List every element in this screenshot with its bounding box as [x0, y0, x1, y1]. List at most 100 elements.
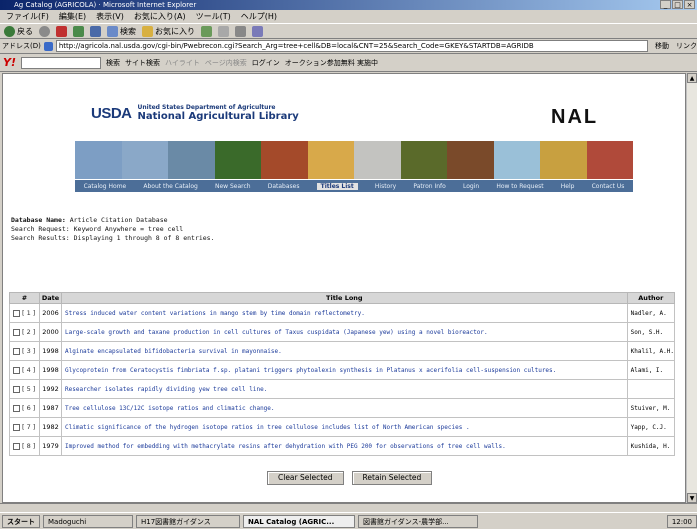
yahoo-logo[interactable]: Y! — [3, 56, 16, 69]
forward-button[interactable] — [39, 25, 50, 37]
back-label: 戻る — [17, 26, 33, 36]
back-button[interactable]: 戻る — [4, 25, 33, 37]
row-title-link[interactable]: Improved method for embedding with metha… — [61, 436, 628, 456]
yahoo-search-button[interactable]: 検索 — [106, 58, 120, 68]
yahoo-search-input[interactable] — [20, 56, 101, 69]
scroll-up-icon[interactable]: ▲ — [687, 73, 697, 83]
highlight-button[interactable]: ハイライト — [165, 58, 200, 68]
banner-photo — [168, 141, 215, 179]
back-arrow-icon — [4, 25, 15, 37]
site-search-button[interactable]: サイト検索 — [125, 58, 160, 68]
nav-item-history[interactable]: History — [375, 183, 396, 190]
nal-logo[interactable]: NAL — [551, 106, 598, 129]
task-guidance-agri[interactable]: 図書館ガイダンス-農学部... — [358, 514, 478, 528]
row-number[interactable]: [ 1 ] — [22, 309, 35, 317]
photo-banner — [75, 141, 633, 179]
edit-icon[interactable] — [252, 25, 263, 37]
res-value: Displaying 1 through 8 of 8 entries. — [73, 234, 215, 242]
print-icon[interactable] — [235, 25, 246, 37]
row-checkbox[interactable] — [13, 366, 20, 374]
task-nal-catalog[interactable]: NAL Catalog (AGRIC... — [243, 514, 355, 528]
task-guidance[interactable]: H17図書館ガイダンス — [136, 514, 240, 528]
nav-item-about-the-catalog[interactable]: About the Catalog — [143, 183, 197, 190]
row-number[interactable]: [ 8 ] — [22, 442, 35, 450]
scroll-down-icon[interactable]: ▼ — [687, 493, 697, 503]
row-title-link[interactable]: Large-scale growth and taxane production… — [61, 322, 628, 342]
auction-link[interactable]: オークション参加無料 実施中 — [285, 58, 378, 68]
row-checkbox[interactable] — [13, 328, 20, 336]
nav-item-databases[interactable]: Databases — [268, 183, 300, 190]
row-title-link[interactable]: Climatic significance of the hydrogen is… — [61, 417, 628, 437]
history-icon[interactable] — [201, 25, 212, 37]
row-date: 2000 — [39, 322, 62, 342]
row-author: Kushida, H. — [626, 436, 676, 456]
col-title: Title Long — [61, 292, 628, 304]
browser-toolbar: 戻る 検索 お気に入り — [0, 23, 697, 39]
home-icon[interactable] — [90, 25, 101, 37]
row-number[interactable]: [ 6 ] — [22, 404, 35, 412]
menu-view[interactable]: 表示(V) — [96, 11, 124, 22]
row-number[interactable]: [ 7 ] — [22, 423, 35, 431]
mail-icon[interactable] — [218, 25, 229, 37]
row-title-link[interactable]: Researcher isolates rapidly dividing yew… — [61, 379, 628, 399]
row-date: 1982 — [39, 417, 62, 437]
retain-selected-button[interactable]: Retain Selected — [351, 471, 433, 485]
menu-favorites[interactable]: お気に入り(A) — [134, 11, 186, 22]
row-select: [ 1 ] — [9, 303, 40, 323]
row-title-link[interactable]: Stress induced water content variations … — [61, 303, 628, 323]
banner-photo — [121, 141, 168, 179]
clear-selected-button[interactable]: Clear Selected — [267, 471, 344, 485]
nav-item-new-search[interactable]: New Search — [215, 183, 251, 190]
usda-logo[interactable]: USDA — [91, 105, 132, 122]
nav-item-titles-list[interactable]: Titles List — [316, 182, 358, 190]
start-button[interactable]: スタート — [2, 514, 40, 528]
row-number[interactable]: [ 4 ] — [22, 366, 35, 374]
row-number[interactable]: [ 3 ] — [22, 347, 35, 355]
address-input[interactable]: http://agricola.nal.usda.gov/cgi-bin/Pwe… — [55, 40, 648, 52]
row-checkbox[interactable] — [13, 385, 20, 393]
menu-file[interactable]: ファイル(F) — [6, 11, 49, 22]
stop-icon[interactable] — [56, 25, 67, 37]
row-checkbox[interactable] — [13, 309, 20, 317]
minimize-button[interactable]: _ — [660, 0, 671, 9]
links-button[interactable]: リンク — [676, 41, 697, 51]
nav-item-login[interactable]: Login — [463, 183, 479, 190]
row-checkbox[interactable] — [13, 423, 20, 431]
nav-item-catalog-home[interactable]: Catalog Home — [84, 183, 127, 190]
catalog-nav: Catalog Home About the Catalog New Search D… — [75, 180, 633, 192]
row-title-link[interactable]: Alginate encapsulated bifidobacteria sur… — [61, 341, 628, 361]
row-date: 1998 — [39, 341, 62, 361]
row-checkbox[interactable] — [13, 442, 20, 450]
taskbar: スタート Madoguchi H17図書館ガイダンス NAL Catalog (… — [0, 512, 697, 529]
banner-photo — [261, 141, 308, 179]
nav-item-contact-us[interactable]: Contact Us — [592, 183, 625, 190]
page-search-button[interactable]: ページ内検索 — [205, 58, 247, 68]
vertical-scrollbar[interactable]: ▲ ▼ — [686, 73, 697, 503]
row-number[interactable]: [ 5 ] — [22, 385, 35, 393]
banner-photo — [75, 141, 122, 179]
table-row: [ 8 ] 1979 Improved method for embedding w… — [9, 436, 676, 456]
row-title-link[interactable]: Tree cellulose 13C/12C isotope ratios an… — [61, 398, 628, 418]
row-title-link[interactable]: Glycoprotein from Ceratocystis fimbriata… — [61, 360, 628, 380]
table-row: [ 5 ] 1992 Researcher isolates rapidly div… — [9, 379, 676, 399]
table-row: [ 4 ] 1998 Glycoprotein from Ceratocystis … — [9, 360, 676, 380]
row-number[interactable]: [ 2 ] — [22, 328, 35, 336]
search-button[interactable]: 検索 — [107, 25, 136, 37]
nav-item-patron-info[interactable]: Patron Info — [413, 183, 445, 190]
nav-item-how-to-request[interactable]: How to Request — [496, 183, 543, 190]
row-checkbox[interactable] — [13, 347, 20, 355]
status-bar — [0, 503, 697, 512]
close-button[interactable]: × — [684, 0, 695, 9]
favorites-button[interactable]: お気に入り — [142, 25, 195, 37]
refresh-icon[interactable] — [73, 25, 84, 37]
task-madoguchi[interactable]: Madoguchi — [43, 514, 133, 528]
go-button[interactable]: 移動 — [651, 41, 673, 51]
row-author: Stuiver, M. — [626, 398, 676, 418]
menu-edit[interactable]: 編集(E) — [59, 11, 86, 22]
login-button[interactable]: ログイン — [252, 58, 280, 68]
menu-help[interactable]: ヘルプ(H) — [241, 11, 277, 22]
menu-tools[interactable]: ツール(T) — [196, 11, 231, 22]
nav-item-help[interactable]: Help — [561, 183, 575, 190]
row-checkbox[interactable] — [13, 404, 20, 412]
maximize-button[interactable]: □ — [672, 0, 683, 9]
